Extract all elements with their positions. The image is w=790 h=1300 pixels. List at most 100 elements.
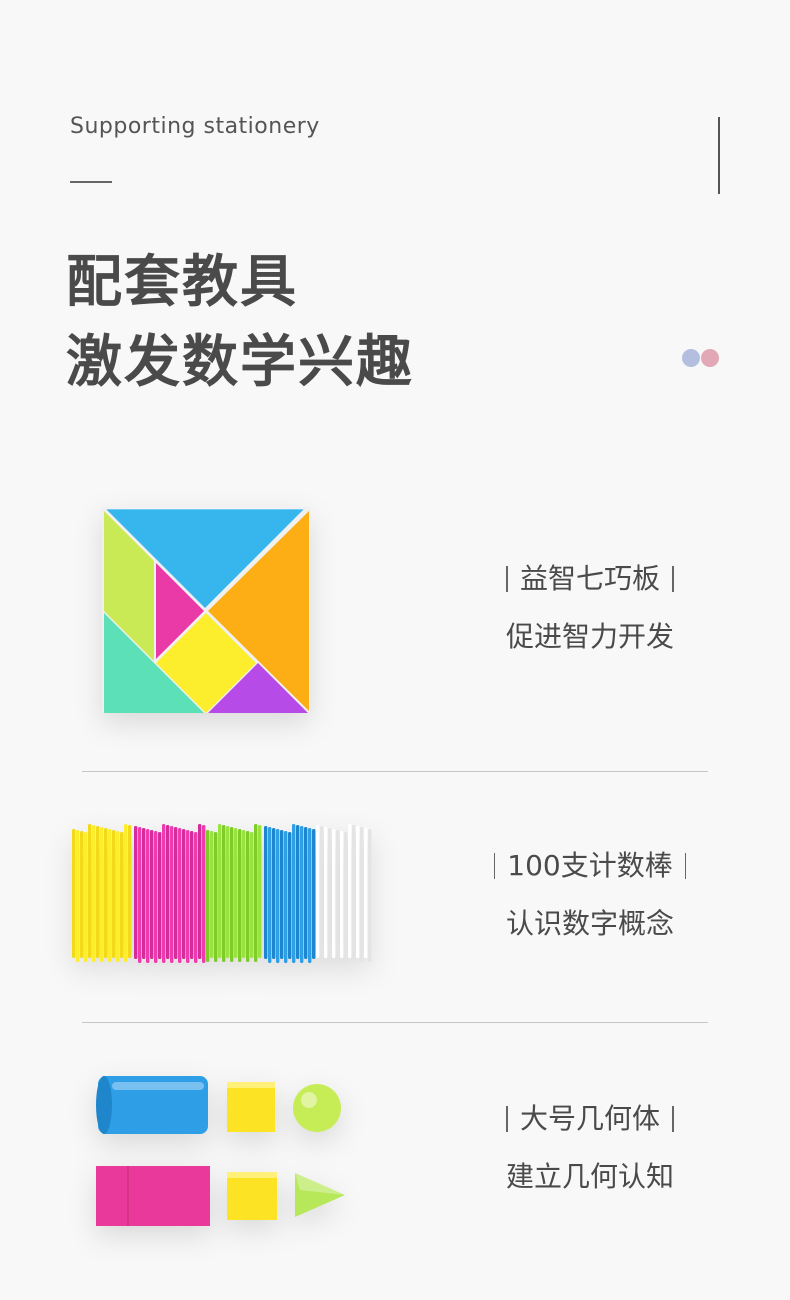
counting-stick	[324, 827, 328, 958]
counting-stick	[112, 830, 116, 958]
counting-stick	[280, 830, 284, 959]
section-divider	[82, 1022, 708, 1023]
feature-caption-1: 益智七巧板 促进智力开发	[480, 565, 700, 651]
counting-stick	[202, 825, 206, 963]
counting-stick	[304, 827, 308, 959]
counting-stick	[246, 831, 250, 962]
counting-stick	[292, 824, 296, 963]
counting-stick	[238, 829, 242, 962]
counting-stick	[296, 825, 300, 959]
counting-stick	[166, 825, 170, 959]
counting-stick	[120, 832, 124, 958]
counting-stick	[150, 830, 154, 959]
counting-stick	[138, 827, 142, 963]
counting-stick	[336, 830, 340, 962]
feature-caption-2: 100支计数棒 认识数字概念	[480, 852, 700, 938]
eyebrow-text: Supporting stationery	[70, 114, 320, 139]
counting-stick	[218, 824, 222, 958]
counting-stick	[128, 825, 132, 958]
caption-bar-right	[684, 853, 687, 879]
caption-bar-left	[506, 566, 508, 592]
counting-stick	[234, 828, 238, 958]
counting-stick	[360, 827, 364, 962]
counting-stick	[116, 831, 120, 962]
counting-stick	[178, 828, 182, 963]
counting-stick	[284, 831, 288, 963]
counting-stick	[364, 828, 368, 958]
counting-stick	[72, 829, 76, 958]
caption-bar-left	[493, 853, 496, 879]
counting-stick	[308, 828, 312, 963]
counting-stick	[162, 824, 166, 963]
headline-line-1: 配套教具	[66, 250, 298, 315]
counting-stick	[328, 828, 332, 962]
counting-stick	[84, 832, 88, 962]
section-divider	[82, 771, 708, 772]
decorative-dot-blue	[682, 349, 700, 367]
counting-sticks-image	[70, 818, 375, 972]
counting-stick	[288, 832, 292, 959]
counting-stick	[104, 828, 108, 958]
counting-stick	[182, 829, 186, 959]
counting-stick	[88, 824, 92, 958]
counting-stick	[108, 829, 112, 962]
feature-subtitle: 促进智力开发	[505, 620, 674, 653]
vertical-divider	[718, 117, 720, 194]
counting-stick	[194, 832, 198, 963]
counting-stick	[80, 831, 84, 958]
counting-stick	[320, 826, 324, 962]
feature-title: 益智七巧板	[519, 562, 660, 595]
feature-title: 大号几何体	[519, 1102, 660, 1135]
counting-stick	[344, 832, 348, 962]
counting-stick	[312, 829, 316, 959]
counting-stick	[124, 824, 128, 962]
counting-stick	[222, 825, 226, 962]
counting-stick	[254, 824, 258, 962]
counting-stick	[268, 827, 272, 963]
tangram-image	[100, 505, 315, 719]
eyebrow-underline	[70, 181, 112, 183]
counting-stick	[230, 827, 234, 962]
counting-stick	[348, 824, 352, 958]
counting-stick	[154, 831, 158, 963]
geometric-solids-image	[92, 1072, 352, 1241]
counting-stick	[368, 829, 372, 962]
feature-caption-3: 大号几何体 建立几何认知	[480, 1105, 700, 1191]
feature-title: 100支计数棒	[507, 849, 673, 882]
counting-stick	[210, 831, 214, 958]
counting-stick	[264, 826, 268, 959]
caption-bar-right	[672, 1106, 674, 1132]
counting-stick	[100, 827, 104, 962]
counting-stick	[340, 831, 344, 958]
headline-line-2: 激发数学兴趣	[66, 330, 414, 395]
caption-bar-left	[506, 1106, 508, 1132]
counting-stick	[170, 826, 174, 963]
counting-stick	[214, 832, 218, 962]
counting-stick	[258, 825, 262, 958]
counting-stick	[92, 825, 96, 962]
counting-stick	[250, 832, 254, 958]
counting-stick	[142, 828, 146, 959]
counting-stick	[134, 826, 138, 959]
feature-subtitle: 认识数字概念	[505, 907, 674, 940]
counting-stick	[352, 825, 356, 962]
counting-stick	[316, 825, 320, 958]
counting-stick	[332, 829, 336, 958]
counting-stick	[206, 830, 210, 962]
feature-subtitle: 建立几何认知	[505, 1160, 674, 1193]
caption-bar-right	[672, 566, 674, 592]
counting-stick	[146, 829, 150, 963]
counting-stick	[174, 827, 178, 959]
counting-stick	[300, 826, 304, 963]
decorative-dot-pink	[701, 349, 719, 367]
counting-stick	[158, 832, 162, 959]
counting-stick	[272, 828, 276, 959]
counting-stick	[198, 824, 202, 959]
counting-stick	[276, 829, 280, 963]
counting-stick	[186, 830, 190, 963]
counting-stick	[76, 830, 80, 962]
counting-stick	[190, 831, 194, 959]
counting-stick	[242, 830, 246, 958]
counting-stick	[356, 826, 360, 958]
counting-stick	[96, 826, 100, 958]
